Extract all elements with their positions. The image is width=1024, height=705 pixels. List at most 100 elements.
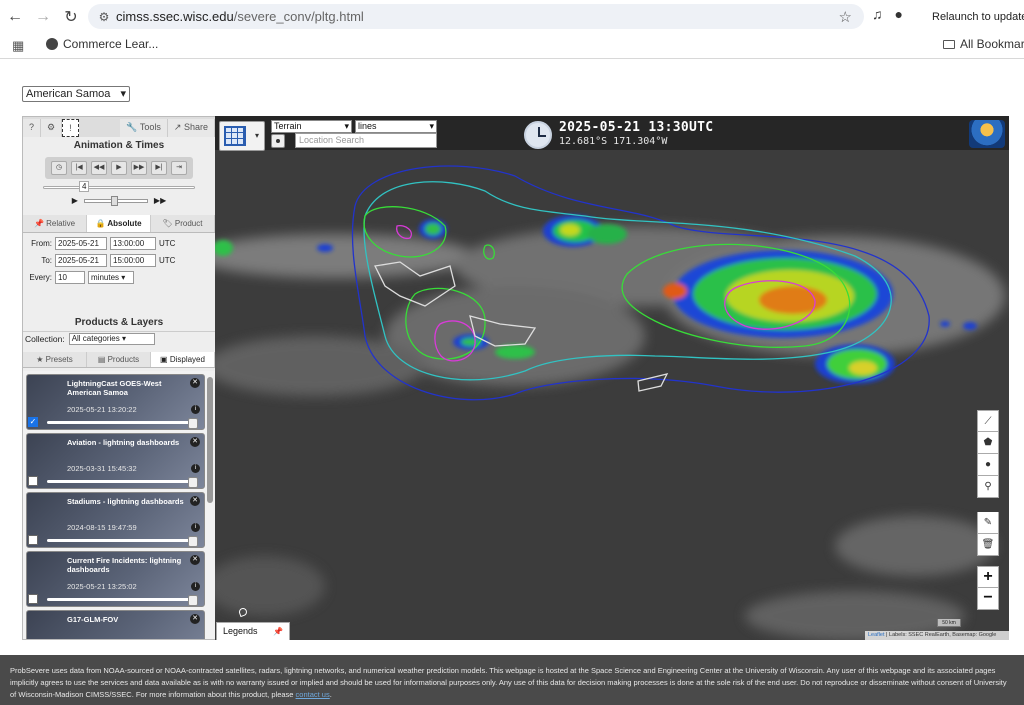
settings-tab[interactable]: ⚙ <box>41 119 63 137</box>
legends-tab[interactable]: Legends 📌 <box>216 622 290 640</box>
from-date-input[interactable]: 2025-05-21 <box>55 236 107 250</box>
circle-icon[interactable]: ● <box>977 454 999 476</box>
tab-presets[interactable]: ★ Presets <box>23 352 87 367</box>
opacity-slider[interactable] <box>47 418 198 429</box>
slow-icon: ▶ <box>71 196 78 205</box>
trash-icon[interactable]: 🗑 <box>977 534 999 556</box>
polygon-icon[interactable]: ⬟ <box>977 432 999 454</box>
line-icon[interactable]: ⟋ <box>977 410 999 432</box>
opacity-slider[interactable] <box>47 595 198 606</box>
close-icon[interactable]: ✕ <box>190 437 200 447</box>
tab-absolute[interactable]: 🔒 Absolute <box>87 215 151 232</box>
sidebar-panel: ? ⚙ ! 🔧 Tools ↗ Share Animation & Times … <box>22 116 216 640</box>
close-icon[interactable]: ✕ <box>190 555 200 565</box>
globe-icon <box>46 38 58 50</box>
info-tab[interactable]: ! <box>62 119 79 137</box>
from-time-input[interactable]: 13:00:00 <box>110 236 156 250</box>
product-card[interactable]: Stadiums - lightning dashboards 2024-08-… <box>26 492 205 548</box>
info-icon[interactable]: i <box>191 405 200 414</box>
legends-label: Legends <box>223 626 258 636</box>
help-tab[interactable]: ? <box>23 119 42 137</box>
apps-grid-icon[interactable]: ▦ <box>12 38 24 54</box>
back-icon[interactable]: ← <box>2 4 28 30</box>
first-frame-button[interactable]: |◀ <box>71 161 87 175</box>
layers-button[interactable]: ▾ <box>219 121 265 151</box>
location-search-input[interactable]: Location Search <box>295 133 437 148</box>
timer-icon[interactable]: ◷ <box>51 161 67 175</box>
region-select-value: American Samoa <box>26 88 111 100</box>
edit-icon[interactable]: ✎ <box>977 512 999 534</box>
profile-avatar-icon[interactable]: ● <box>895 6 903 22</box>
info-icon[interactable]: i <box>191 523 200 532</box>
frame-slider[interactable]: 4 <box>43 181 195 193</box>
close-icon[interactable]: ✕ <box>190 378 200 388</box>
product-card[interactable]: Aviation - lightning dashboards 2025-03-… <box>26 433 205 489</box>
opacity-slider[interactable] <box>47 477 198 488</box>
play-button[interactable]: ▶ <box>111 161 127 175</box>
loop-button[interactable]: ⇥ <box>171 161 187 175</box>
product-visible-checkbox[interactable]: ✓ <box>28 417 38 427</box>
leaflet-link[interactable]: Leaflet <box>868 632 885 638</box>
pin-icon[interactable]: 📌 <box>273 623 283 640</box>
locate-icon[interactable] <box>271 134 285 148</box>
map-datetime: 2025-05-21 13:30UTC <box>559 120 714 135</box>
tab-relative[interactable]: 📌 Relative <box>23 215 87 232</box>
tab-products[interactable]: ▤ Products <box>87 352 151 367</box>
product-visible-checkbox[interactable] <box>28 535 38 545</box>
every-input[interactable]: 10 <box>55 270 85 284</box>
share-tab-label: Share <box>183 122 208 132</box>
forward-icon[interactable]: → <box>30 4 56 30</box>
bookmark-star-icon[interactable]: ☆ <box>839 8 852 26</box>
chevron-down-icon: ▾ <box>254 131 259 140</box>
folder-icon <box>943 40 955 49</box>
close-icon[interactable]: ✕ <box>190 614 200 624</box>
collection-row: Collection: All categories ▾ <box>23 331 215 346</box>
marker-icon[interactable]: ⚲ <box>977 476 999 498</box>
relaunch-button[interactable]: Relaunch to update <box>922 5 1024 29</box>
map-view[interactable]: ▾ Terrain ▾ lines ▾ Location Search 2025-0… <box>215 116 1009 640</box>
all-bookmarks-button[interactable]: All Bookmark <box>943 37 1024 51</box>
to-time-input[interactable]: 15:00:00 <box>110 253 156 267</box>
product-visible-checkbox[interactable] <box>28 476 38 486</box>
collection-select[interactable]: All categories ▾ <box>68 333 155 345</box>
region-select[interactable]: American Samoa ▾ <box>22 86 130 102</box>
frame-count: 4 <box>79 181 90 192</box>
tab-product-label: Product <box>174 219 203 228</box>
speed-slider-thumb[interactable] <box>110 195 118 206</box>
media-control-icon[interactable]: ♫ <box>872 6 883 22</box>
product-card[interactable]: LightningCast GOES-West American Samoa 2… <box>26 374 205 430</box>
speed-slider[interactable] <box>83 195 148 206</box>
ssec-logo[interactable] <box>969 120 1005 148</box>
info-icon[interactable]: i <box>191 464 200 473</box>
address-bar[interactable]: ⚙ cimss.ssec.wisc.edu/severe_conv/pltg.h… <box>88 4 864 29</box>
opacity-slider[interactable] <box>47 536 198 547</box>
zoom-in-button[interactable]: + <box>977 566 999 588</box>
sidebar-top-tabs: ? ⚙ ! 🔧 Tools ↗ Share <box>23 117 215 137</box>
product-visible-checkbox[interactable] <box>28 594 38 604</box>
contact-link[interactable]: contact us <box>296 690 330 699</box>
products-scrollbar[interactable] <box>207 377 213 503</box>
reload-icon[interactable]: ↻ <box>58 4 84 30</box>
step-back-button[interactable]: ◀◀ <box>91 161 107 175</box>
tools-tab[interactable]: 🔧 Tools <box>120 119 168 137</box>
bookmark-commerce[interactable]: Commerce Lear... <box>46 37 158 51</box>
to-tz: UTC <box>159 255 176 265</box>
last-frame-button[interactable]: ▶| <box>151 161 167 175</box>
site-settings-icon[interactable]: ⚙ <box>92 10 116 24</box>
product-card[interactable]: Current Fire Incidents: lightning dashbo… <box>26 551 205 607</box>
satellite-imagery <box>215 116 1009 640</box>
animation-section-title: Animation & Times <box>23 137 215 154</box>
every-unit-select[interactable]: minutes ▾ <box>88 270 134 284</box>
close-icon[interactable]: ✕ <box>190 496 200 506</box>
to-date-input[interactable]: 2025-05-21 <box>55 253 107 267</box>
step-forward-button[interactable]: ▶▶ <box>131 161 147 175</box>
animation-controls: ◷ |◀ ◀◀ ▶ ▶▶ ▶| ⇥ <box>45 157 193 179</box>
tab-displayed[interactable]: ▣ Displayed <box>151 352 215 367</box>
tab-product[interactable]: 🏷 Product <box>151 215 215 232</box>
product-card[interactable]: G17-GLM-FOV ✕ <box>26 610 205 639</box>
overlay-select[interactable]: lines ▾ <box>355 120 437 133</box>
share-tab[interactable]: ↗ Share <box>167 119 215 137</box>
zoom-out-button[interactable]: − <box>977 588 999 610</box>
info-icon[interactable]: i <box>191 582 200 591</box>
basemap-select[interactable]: Terrain ▾ <box>271 120 352 133</box>
